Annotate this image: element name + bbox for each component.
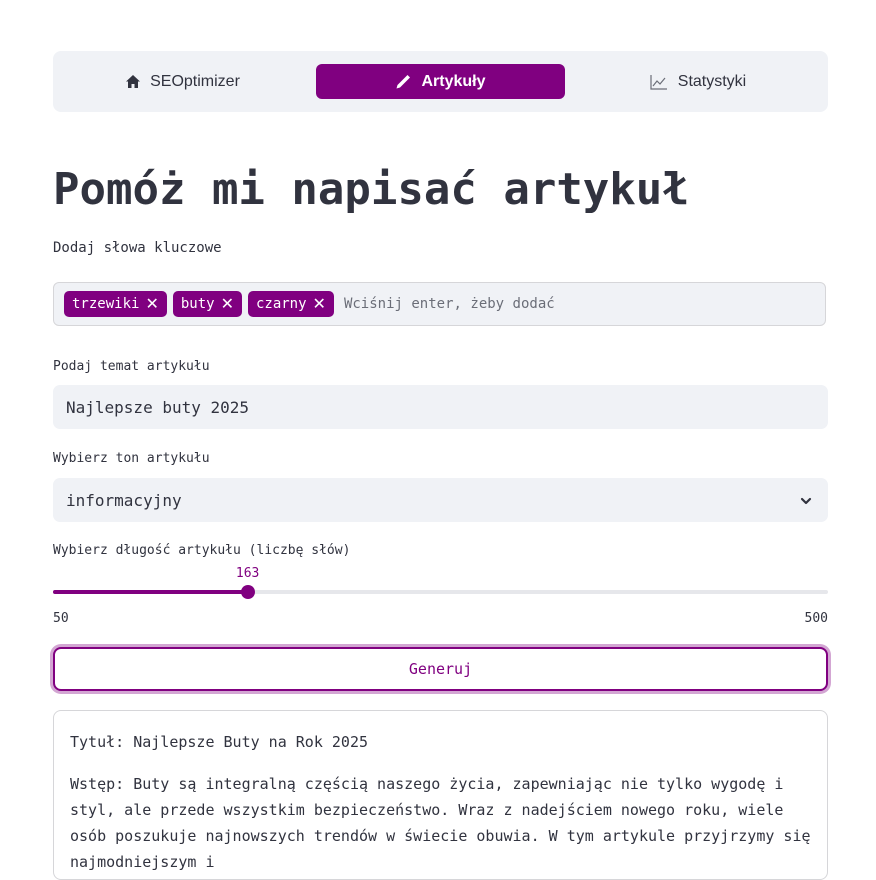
slider-max-label: 500 — [804, 611, 828, 626]
slider-value: 163 — [235, 566, 260, 581]
generated-article: Tytuł: Najlepsze Buty na Rok 2025 Wstęp:… — [53, 710, 828, 880]
article-intro: Wstęp: Buty są integralną częścią naszeg… — [70, 775, 811, 871]
slider-min-label: 50 — [53, 611, 69, 626]
nav-item-label: Artykuły — [421, 72, 486, 90]
chevron-down-icon — [800, 492, 812, 511]
keyword-tag[interactable]: buty ✕ — [172, 291, 242, 317]
slider-thumb[interactable] — [240, 585, 255, 599]
topic-value: Najlepsze buty 2025 — [66, 397, 250, 417]
nav-item-seoptimizer[interactable]: SEOptimizer — [63, 64, 303, 99]
keyword-input[interactable] — [341, 295, 726, 313]
remove-tag-icon[interactable]: ✕ — [221, 296, 234, 312]
length-label: Wybierz długość artykułu (liczbę słów) — [53, 543, 351, 558]
tone-select[interactable]: informacyjny — [53, 478, 828, 522]
remove-tag-icon[interactable]: ✕ — [313, 296, 326, 312]
nav-item-label: Statystyki — [677, 72, 747, 90]
tone-selected-value: informacyjny — [66, 490, 182, 510]
home-icon — [126, 75, 141, 88]
generate-button-label: Generuj — [408, 660, 473, 678]
keywords-label: Dodaj słowa kluczowe — [53, 240, 222, 256]
keywords-input-box[interactable]: trzewiki ✕ buty ✕ czarny ✕ — [53, 282, 826, 326]
keyword-tag[interactable]: trzewiki ✕ — [64, 291, 167, 317]
nav-item-statystyki[interactable]: Statystyki — [578, 64, 818, 99]
nav-item-artykuly[interactable]: Artykuły — [316, 64, 565, 99]
top-navigation: SEOptimizer Artykuły Statystyki — [53, 51, 828, 112]
nav-item-label: SEOptimizer — [150, 72, 240, 90]
remove-tag-icon[interactable]: ✕ — [145, 296, 158, 312]
topic-label: Podaj temat artykułu — [53, 359, 210, 374]
topic-input[interactable]: Najlepsze buty 2025 — [53, 385, 828, 429]
chart-line-icon — [650, 74, 668, 90]
article-title: Tytuł: Najlepsze Buty na Rok 2025 — [70, 733, 369, 751]
length-slider[interactable] — [53, 585, 828, 599]
generate-button[interactable]: Generuj — [53, 647, 828, 691]
keyword-tag[interactable]: czarny ✕ — [247, 291, 334, 317]
pencil-icon — [395, 74, 411, 90]
keyword-tag-label: czarny — [255, 296, 307, 312]
page-title: Pomóż mi napisać artykuł — [53, 164, 689, 215]
keyword-tag-label: trzewiki — [72, 296, 140, 312]
tone-label: Wybierz ton artykułu — [53, 451, 210, 466]
keyword-tag-label: buty — [180, 296, 215, 312]
slider-fill — [53, 590, 248, 594]
